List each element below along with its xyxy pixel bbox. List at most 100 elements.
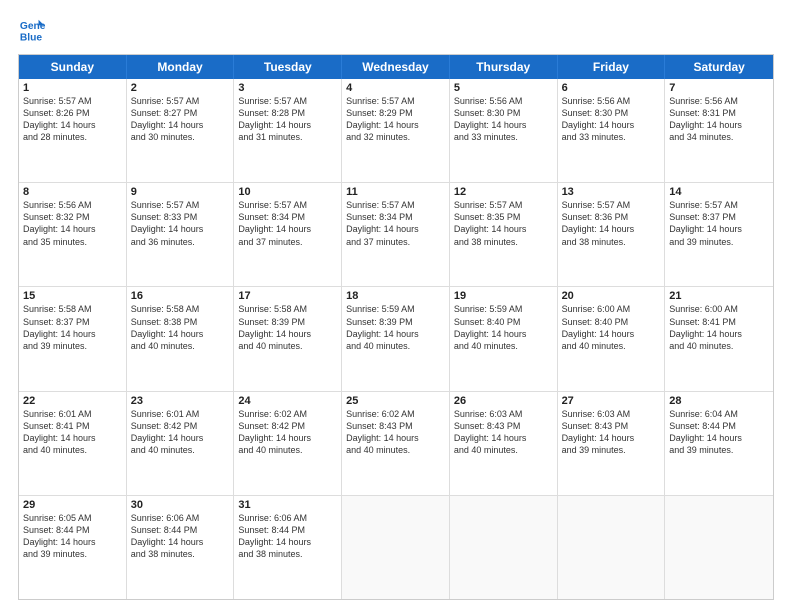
day-number: 15 — [23, 290, 122, 302]
cell-info: Sunrise: 6:06 AM Sunset: 8:44 PM Dayligh… — [238, 512, 337, 561]
header-day-monday: Monday — [127, 55, 235, 79]
day-number: 24 — [238, 395, 337, 407]
cell-info: Sunrise: 6:00 AM Sunset: 8:40 PM Dayligh… — [562, 303, 661, 352]
cell-info: Sunrise: 5:57 AM Sunset: 8:37 PM Dayligh… — [669, 199, 769, 248]
calendar-cell: 16Sunrise: 5:58 AM Sunset: 8:38 PM Dayli… — [127, 287, 235, 390]
cell-info: Sunrise: 5:56 AM Sunset: 8:32 PM Dayligh… — [23, 199, 122, 248]
calendar-cell: 4Sunrise: 5:57 AM Sunset: 8:29 PM Daylig… — [342, 79, 450, 182]
calendar-cell — [342, 496, 450, 599]
calendar-cell: 14Sunrise: 5:57 AM Sunset: 8:37 PM Dayli… — [665, 183, 773, 286]
header-day-tuesday: Tuesday — [234, 55, 342, 79]
day-number: 25 — [346, 395, 445, 407]
cell-info: Sunrise: 6:01 AM Sunset: 8:41 PM Dayligh… — [23, 408, 122, 457]
cell-info: Sunrise: 5:57 AM Sunset: 8:35 PM Dayligh… — [454, 199, 553, 248]
calendar-cell: 24Sunrise: 6:02 AM Sunset: 8:42 PM Dayli… — [234, 392, 342, 495]
logo: General Blue — [18, 16, 50, 44]
day-number: 6 — [562, 82, 661, 94]
svg-text:General: General — [20, 21, 46, 32]
calendar-cell: 26Sunrise: 6:03 AM Sunset: 8:43 PM Dayli… — [450, 392, 558, 495]
cell-info: Sunrise: 5:57 AM Sunset: 8:26 PM Dayligh… — [23, 95, 122, 144]
calendar-cell: 7Sunrise: 5:56 AM Sunset: 8:31 PM Daylig… — [665, 79, 773, 182]
day-number: 8 — [23, 186, 122, 198]
cell-info: Sunrise: 5:57 AM Sunset: 8:36 PM Dayligh… — [562, 199, 661, 248]
logo-icon: General Blue — [18, 16, 46, 44]
cell-info: Sunrise: 5:58 AM Sunset: 8:39 PM Dayligh… — [238, 303, 337, 352]
day-number: 21 — [669, 290, 769, 302]
calendar-row-2: 8Sunrise: 5:56 AM Sunset: 8:32 PM Daylig… — [19, 183, 773, 287]
cell-info: Sunrise: 5:59 AM Sunset: 8:40 PM Dayligh… — [454, 303, 553, 352]
cell-info: Sunrise: 6:05 AM Sunset: 8:44 PM Dayligh… — [23, 512, 122, 561]
calendar-body: 1Sunrise: 5:57 AM Sunset: 8:26 PM Daylig… — [19, 79, 773, 599]
calendar-cell: 18Sunrise: 5:59 AM Sunset: 8:39 PM Dayli… — [342, 287, 450, 390]
cell-info: Sunrise: 5:57 AM Sunset: 8:27 PM Dayligh… — [131, 95, 230, 144]
day-number: 29 — [23, 499, 122, 511]
day-number: 23 — [131, 395, 230, 407]
cell-info: Sunrise: 6:02 AM Sunset: 8:43 PM Dayligh… — [346, 408, 445, 457]
day-number: 4 — [346, 82, 445, 94]
day-number: 5 — [454, 82, 553, 94]
cell-info: Sunrise: 5:57 AM Sunset: 8:34 PM Dayligh… — [238, 199, 337, 248]
calendar-row-3: 15Sunrise: 5:58 AM Sunset: 8:37 PM Dayli… — [19, 287, 773, 391]
calendar-row-1: 1Sunrise: 5:57 AM Sunset: 8:26 PM Daylig… — [19, 79, 773, 183]
page: General Blue SundayMondayTuesdayWednesda… — [0, 0, 792, 612]
day-number: 22 — [23, 395, 122, 407]
calendar-header: SundayMondayTuesdayWednesdayThursdayFrid… — [19, 55, 773, 79]
day-number: 11 — [346, 186, 445, 198]
calendar-cell: 27Sunrise: 6:03 AM Sunset: 8:43 PM Dayli… — [558, 392, 666, 495]
calendar-cell: 6Sunrise: 5:56 AM Sunset: 8:30 PM Daylig… — [558, 79, 666, 182]
svg-text:Blue: Blue — [20, 32, 43, 43]
header-day-sunday: Sunday — [19, 55, 127, 79]
day-number: 20 — [562, 290, 661, 302]
cell-info: Sunrise: 5:57 AM Sunset: 8:28 PM Dayligh… — [238, 95, 337, 144]
calendar-cell: 19Sunrise: 5:59 AM Sunset: 8:40 PM Dayli… — [450, 287, 558, 390]
day-number: 1 — [23, 82, 122, 94]
calendar-cell: 3Sunrise: 5:57 AM Sunset: 8:28 PM Daylig… — [234, 79, 342, 182]
day-number: 10 — [238, 186, 337, 198]
calendar-cell: 22Sunrise: 6:01 AM Sunset: 8:41 PM Dayli… — [19, 392, 127, 495]
cell-info: Sunrise: 5:57 AM Sunset: 8:34 PM Dayligh… — [346, 199, 445, 248]
calendar-cell: 12Sunrise: 5:57 AM Sunset: 8:35 PM Dayli… — [450, 183, 558, 286]
day-number: 7 — [669, 82, 769, 94]
calendar-cell: 29Sunrise: 6:05 AM Sunset: 8:44 PM Dayli… — [19, 496, 127, 599]
cell-info: Sunrise: 6:03 AM Sunset: 8:43 PM Dayligh… — [454, 408, 553, 457]
cell-info: Sunrise: 6:02 AM Sunset: 8:42 PM Dayligh… — [238, 408, 337, 457]
day-number: 30 — [131, 499, 230, 511]
calendar-cell — [450, 496, 558, 599]
cell-info: Sunrise: 6:06 AM Sunset: 8:44 PM Dayligh… — [131, 512, 230, 561]
calendar-row-4: 22Sunrise: 6:01 AM Sunset: 8:41 PM Dayli… — [19, 392, 773, 496]
cell-info: Sunrise: 6:04 AM Sunset: 8:44 PM Dayligh… — [669, 408, 769, 457]
day-number: 18 — [346, 290, 445, 302]
cell-info: Sunrise: 6:01 AM Sunset: 8:42 PM Dayligh… — [131, 408, 230, 457]
calendar-cell: 17Sunrise: 5:58 AM Sunset: 8:39 PM Dayli… — [234, 287, 342, 390]
calendar-cell: 23Sunrise: 6:01 AM Sunset: 8:42 PM Dayli… — [127, 392, 235, 495]
header: General Blue — [18, 16, 774, 44]
cell-info: Sunrise: 5:58 AM Sunset: 8:38 PM Dayligh… — [131, 303, 230, 352]
cell-info: Sunrise: 5:56 AM Sunset: 8:31 PM Dayligh… — [669, 95, 769, 144]
day-number: 9 — [131, 186, 230, 198]
day-number: 12 — [454, 186, 553, 198]
day-number: 28 — [669, 395, 769, 407]
calendar-cell: 11Sunrise: 5:57 AM Sunset: 8:34 PM Dayli… — [342, 183, 450, 286]
day-number: 14 — [669, 186, 769, 198]
calendar-cell: 2Sunrise: 5:57 AM Sunset: 8:27 PM Daylig… — [127, 79, 235, 182]
day-number: 2 — [131, 82, 230, 94]
calendar-cell: 1Sunrise: 5:57 AM Sunset: 8:26 PM Daylig… — [19, 79, 127, 182]
calendar-cell: 31Sunrise: 6:06 AM Sunset: 8:44 PM Dayli… — [234, 496, 342, 599]
day-number: 17 — [238, 290, 337, 302]
calendar-cell: 21Sunrise: 6:00 AM Sunset: 8:41 PM Dayli… — [665, 287, 773, 390]
calendar-cell — [558, 496, 666, 599]
header-day-thursday: Thursday — [450, 55, 558, 79]
header-day-friday: Friday — [558, 55, 666, 79]
day-number: 19 — [454, 290, 553, 302]
day-number: 27 — [562, 395, 661, 407]
calendar-row-5: 29Sunrise: 6:05 AM Sunset: 8:44 PM Dayli… — [19, 496, 773, 599]
calendar-cell: 10Sunrise: 5:57 AM Sunset: 8:34 PM Dayli… — [234, 183, 342, 286]
cell-info: Sunrise: 5:57 AM Sunset: 8:29 PM Dayligh… — [346, 95, 445, 144]
calendar-cell: 9Sunrise: 5:57 AM Sunset: 8:33 PM Daylig… — [127, 183, 235, 286]
cell-info: Sunrise: 5:56 AM Sunset: 8:30 PM Dayligh… — [454, 95, 553, 144]
calendar-cell: 25Sunrise: 6:02 AM Sunset: 8:43 PM Dayli… — [342, 392, 450, 495]
calendar-cell: 28Sunrise: 6:04 AM Sunset: 8:44 PM Dayli… — [665, 392, 773, 495]
day-number: 16 — [131, 290, 230, 302]
header-day-saturday: Saturday — [665, 55, 773, 79]
day-number: 31 — [238, 499, 337, 511]
